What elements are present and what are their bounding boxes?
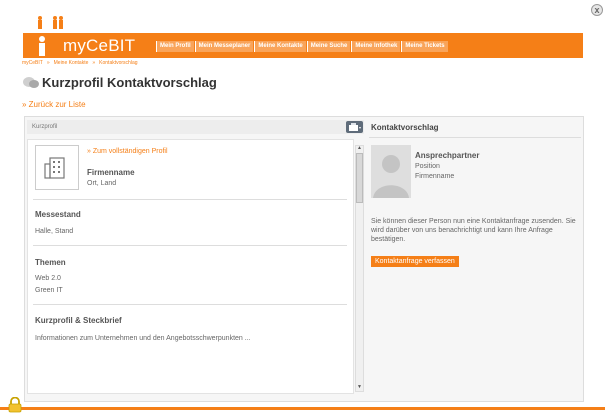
close-icon[interactable]: x: [591, 4, 603, 16]
section-title-kurzprofil: Kurzprofil & Steckbrief: [35, 316, 122, 325]
print-icon: [349, 123, 361, 131]
nav-tab-meine-kontakte[interactable]: Meine Kontakte: [254, 41, 306, 52]
scroll-up-icon[interactable]: ▲: [357, 145, 362, 151]
contact-avatar: [371, 145, 411, 198]
full-profile-link[interactable]: » Zum vollständigen Profil: [87, 148, 168, 155]
contact-name: Ansprechpartner: [415, 151, 480, 160]
nav-tab-mein-messeplaner[interactable]: Mein Messeplaner: [194, 41, 254, 52]
contact-request-info: Sie können dieser Person nun eine Kontak…: [371, 218, 576, 243]
company-logo-placeholder: [35, 145, 79, 190]
company-name: Firmenname: [87, 168, 135, 177]
scroll-down-icon[interactable]: ▼: [357, 384, 362, 390]
section-text: Halle, Stand: [35, 228, 74, 235]
chat-bubbles-icon: [23, 77, 39, 88]
back-to-list-link[interactable]: » Zurück zur Liste: [22, 100, 86, 109]
building-icon: [44, 157, 65, 179]
right-panel-header: Kontaktvorschlag: [371, 123, 439, 132]
section-divider: [33, 245, 347, 246]
main-nav: Mein Profil Mein Messeplaner Meine Konta…: [156, 41, 449, 52]
people-figures-icon: [38, 16, 63, 29]
section-text: Informationen zum Unternehmen und den An…: [35, 335, 251, 342]
breadcrumb-separator: »: [92, 60, 96, 66]
breadcrumb-item: Kontaktvorschlag: [99, 60, 138, 66]
section-text: Web 2.0: [35, 275, 61, 282]
nav-tab-mein-profil[interactable]: Mein Profil: [156, 41, 194, 52]
brand-person-icon: [39, 36, 45, 56]
section-title-messestand: Messestand: [35, 210, 81, 219]
section-divider: [33, 199, 347, 200]
brand-logo[interactable]: myCeBIT: [63, 36, 135, 56]
print-button[interactable]: [346, 121, 363, 133]
compose-contact-request-button[interactable]: Kontaktanfrage verfassen: [371, 256, 459, 267]
section-divider: [33, 304, 347, 305]
lock-icon: [8, 397, 22, 413]
right-panel-divider: [369, 137, 581, 138]
breadcrumb: myCeBIT» Meine Kontakte» Kontaktvorschlag: [22, 60, 142, 66]
nav-tab-meine-infothek[interactable]: Meine Infothek: [351, 41, 401, 52]
company-location: Ort, Land: [87, 180, 117, 187]
footer-bar: [0, 407, 605, 410]
left-panel-header: Kurzprofil: [27, 120, 364, 134]
contact-position: Position: [415, 163, 440, 170]
nav-tab-meine-tickets[interactable]: Meine Tickets: [401, 41, 448, 52]
section-text: Green IT: [35, 287, 63, 294]
contact-company: Firmenname: [415, 173, 455, 180]
scrollbar-thumb[interactable]: [356, 153, 363, 203]
section-title-themen: Themen: [35, 258, 66, 267]
page-title: Kurzprofil Kontaktvorschlag: [42, 75, 217, 90]
breadcrumb-item[interactable]: Meine Kontakte: [54, 60, 89, 66]
breadcrumb-item[interactable]: myCeBIT: [22, 60, 43, 66]
avatar-silhouette-icon: [373, 155, 409, 198]
nav-tab-meine-suche[interactable]: Meine Suche: [306, 41, 351, 52]
breadcrumb-separator: »: [46, 60, 50, 66]
